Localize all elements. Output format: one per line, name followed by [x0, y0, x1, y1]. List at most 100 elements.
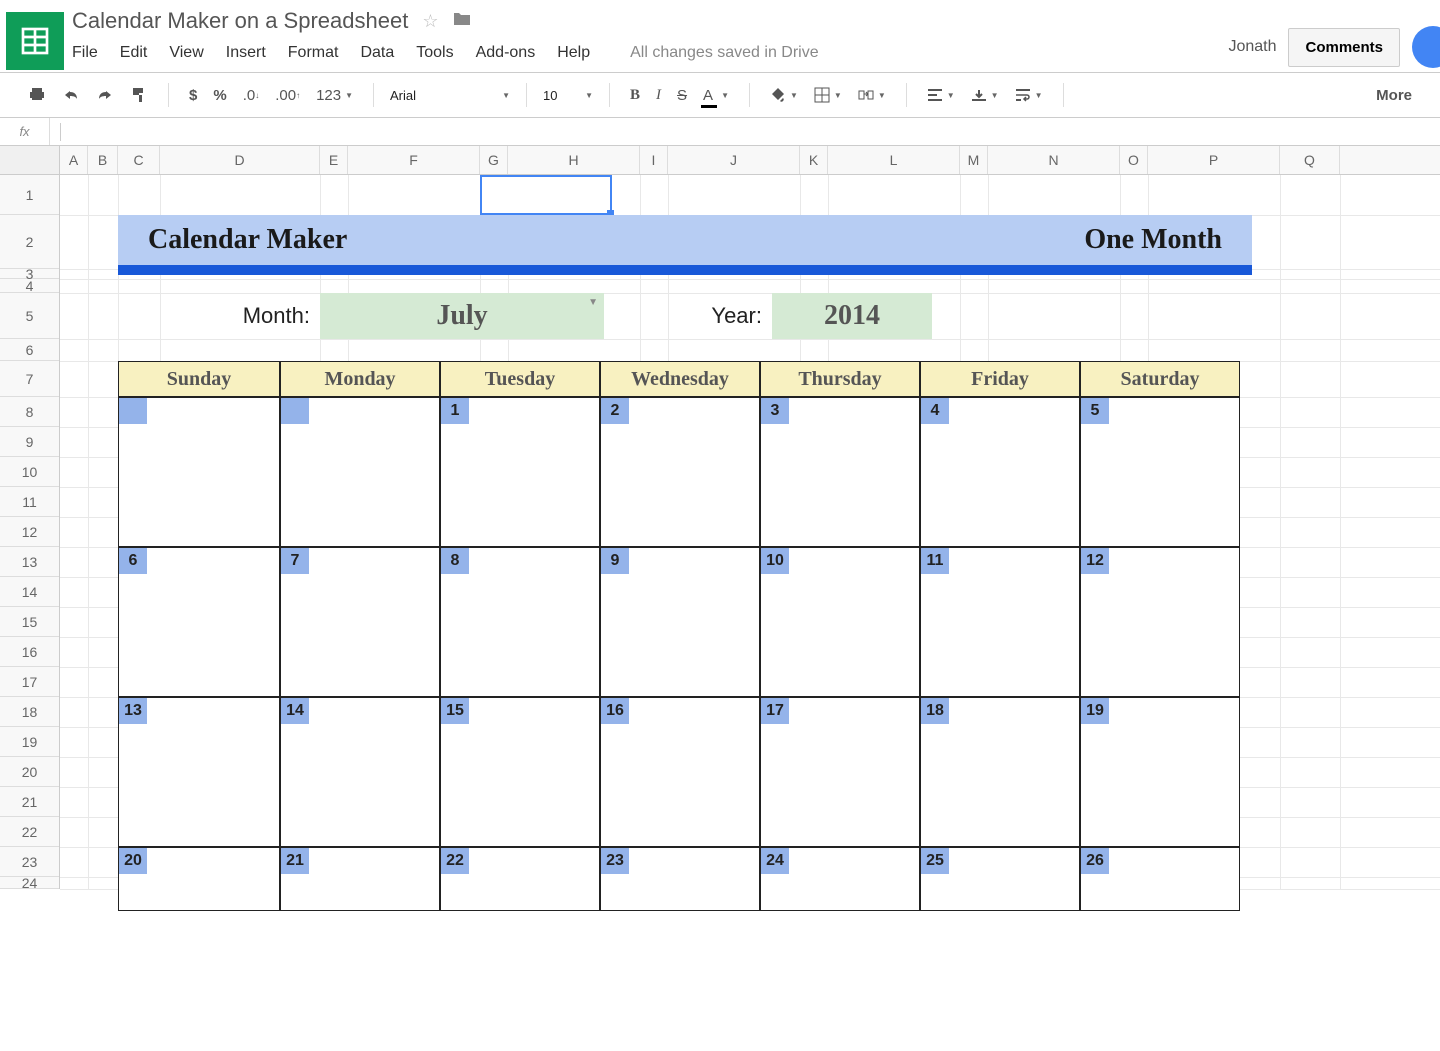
merge-cells-icon[interactable]: ▼	[858, 87, 886, 103]
bold-icon[interactable]: B	[630, 87, 640, 104]
row-header-4[interactable]: 4	[0, 279, 59, 293]
year-input[interactable]: 2014	[772, 293, 932, 339]
paint-format-icon[interactable]	[130, 86, 148, 104]
font-size-select[interactable]: 10▼	[533, 88, 603, 103]
calendar-cell[interactable]: 2	[600, 397, 760, 547]
currency-icon[interactable]: $	[189, 87, 197, 104]
row-header-21[interactable]: 21	[0, 787, 59, 817]
formula-input[interactable]	[71, 124, 1440, 140]
row-header-14[interactable]: 14	[0, 577, 59, 607]
sheets-logo[interactable]	[6, 12, 64, 70]
row-header-16[interactable]: 16	[0, 637, 59, 667]
col-header-M[interactable]: M	[960, 146, 988, 174]
menu-addons[interactable]: Add-ons	[476, 44, 536, 62]
calendar-cell[interactable]	[280, 397, 440, 547]
row-header-15[interactable]: 15	[0, 607, 59, 637]
col-header-K[interactable]: K	[800, 146, 828, 174]
calendar-cell[interactable]: 20	[118, 847, 280, 911]
text-wrap-icon[interactable]: ▼	[1015, 88, 1043, 102]
calendar-cell[interactable]: 14	[280, 697, 440, 847]
increase-decimal-icon[interactable]: .00↑	[275, 87, 300, 104]
row-header-7[interactable]: 7	[0, 361, 59, 397]
italic-icon[interactable]: I	[656, 87, 661, 104]
menu-view[interactable]: View	[169, 44, 203, 62]
row-header-1[interactable]: 1	[0, 175, 59, 215]
row-header-5[interactable]: 5	[0, 293, 59, 339]
calendar-cell[interactable]: 25	[920, 847, 1080, 911]
col-header-E[interactable]: E	[320, 146, 348, 174]
v-align-icon[interactable]: ▼	[971, 88, 999, 102]
calendar-cell[interactable]: 5	[1080, 397, 1240, 547]
calendar-cell[interactable]: 11	[920, 547, 1080, 697]
col-header-P[interactable]: P	[1148, 146, 1280, 174]
row-header-9[interactable]: 9	[0, 427, 59, 457]
menu-format[interactable]: Format	[288, 44, 339, 62]
row-header-20[interactable]: 20	[0, 757, 59, 787]
calendar-cell[interactable]: 4	[920, 397, 1080, 547]
undo-icon[interactable]	[62, 88, 80, 102]
col-header-D[interactable]: D	[160, 146, 320, 174]
menu-data[interactable]: Data	[360, 44, 394, 62]
col-header-I[interactable]: I	[640, 146, 668, 174]
row-header-8[interactable]: 8	[0, 397, 59, 427]
col-header-L[interactable]: L	[828, 146, 960, 174]
col-header-Q[interactable]: Q	[1280, 146, 1340, 174]
row-header-22[interactable]: 22	[0, 817, 59, 847]
menu-tools[interactable]: Tools	[416, 44, 453, 62]
row-header-13[interactable]: 13	[0, 547, 59, 577]
comments-button[interactable]: Comments	[1288, 28, 1400, 67]
col-header-B[interactable]: B	[88, 146, 118, 174]
borders-icon[interactable]: ▼	[814, 87, 842, 103]
calendar-cell[interactable]: 9	[600, 547, 760, 697]
menu-file[interactable]: File	[72, 44, 98, 62]
row-header-6[interactable]: 6	[0, 339, 59, 361]
month-select[interactable]: July ▼	[320, 293, 604, 339]
percent-icon[interactable]: %	[213, 87, 226, 104]
h-align-icon[interactable]: ▼	[927, 88, 955, 102]
calendar-cell[interactable]: 13	[118, 697, 280, 847]
col-header-J[interactable]: J	[668, 146, 800, 174]
row-header-2[interactable]: 2	[0, 215, 59, 269]
col-header-C[interactable]: C	[118, 146, 160, 174]
calendar-cell[interactable]: 26	[1080, 847, 1240, 911]
calendar-cell[interactable]: 15	[440, 697, 600, 847]
col-header-N[interactable]: N	[988, 146, 1120, 174]
calendar-cell[interactable]: 22	[440, 847, 600, 911]
toolbar-more[interactable]: More	[1362, 87, 1426, 104]
selected-cell[interactable]	[480, 175, 612, 215]
calendar-cell[interactable]: 19	[1080, 697, 1240, 847]
calendar-cell[interactable]	[118, 397, 280, 547]
calendar-cell[interactable]: 23	[600, 847, 760, 911]
strikethrough-icon[interactable]: S	[677, 87, 687, 104]
calendar-cell[interactable]: 17	[760, 697, 920, 847]
user-name[interactable]: Jonath	[1228, 38, 1276, 56]
calendar-cell[interactable]: 18	[920, 697, 1080, 847]
row-header-24[interactable]: 24	[0, 877, 59, 889]
menu-edit[interactable]: Edit	[120, 44, 148, 62]
row-header-10[interactable]: 10	[0, 457, 59, 487]
col-header-O[interactable]: O	[1120, 146, 1148, 174]
calendar-cell[interactable]: 10	[760, 547, 920, 697]
menu-help[interactable]: Help	[557, 44, 590, 62]
text-color-icon[interactable]: A▼	[703, 87, 729, 104]
calendar-cell[interactable]: 16	[600, 697, 760, 847]
decrease-decimal-icon[interactable]: .0↓	[243, 87, 260, 104]
fill-color-icon[interactable]: ▼	[770, 87, 798, 103]
calendar-cell[interactable]: 1	[440, 397, 600, 547]
calendar-cell[interactable]: 7	[280, 547, 440, 697]
row-header-18[interactable]: 18	[0, 697, 59, 727]
row-header-17[interactable]: 17	[0, 667, 59, 697]
font-select[interactable]: Arial▼	[380, 88, 520, 103]
calendar-cell[interactable]: 6	[118, 547, 280, 697]
select-all-corner[interactable]	[0, 146, 60, 174]
calendar-cell[interactable]: 12	[1080, 547, 1240, 697]
format-123-icon[interactable]: 123▼	[316, 87, 353, 104]
col-header-F[interactable]: F	[348, 146, 480, 174]
col-header-G[interactable]: G	[480, 146, 508, 174]
row-header-19[interactable]: 19	[0, 727, 59, 757]
calendar-cell[interactable]: 8	[440, 547, 600, 697]
row-header-12[interactable]: 12	[0, 517, 59, 547]
row-header-23[interactable]: 23	[0, 847, 59, 877]
print-icon[interactable]	[28, 86, 46, 104]
redo-icon[interactable]	[96, 88, 114, 102]
